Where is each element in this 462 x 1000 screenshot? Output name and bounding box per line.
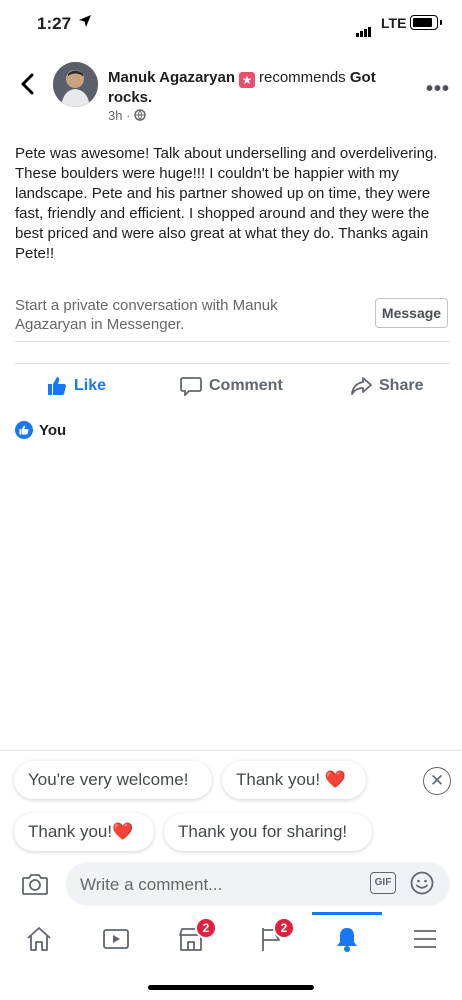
active-tab-indicator [312,912,382,915]
battery-tip [440,20,442,25]
quick-reply-chip[interactable]: Thank you for sharing! [164,813,372,851]
share-icon [351,377,372,395]
author-name[interactable]: Manuk Agazaryan [108,69,235,86]
close-icon[interactable]: ✕ [423,767,451,795]
tab-menu[interactable] [408,922,442,956]
reactions-summary[interactable]: You [15,421,66,439]
quick-reply-chip[interactable]: Thank you! ❤️ [222,761,366,799]
home-icon [27,927,51,951]
post-meta: 3h · [108,108,146,123]
home-indicator [148,985,314,990]
battery-icon [410,15,438,30]
like-label: Like [74,377,107,394]
avatar-photo [53,62,98,107]
divider [15,341,450,342]
bell-icon [337,928,357,952]
share-button[interactable]: Share [350,374,423,398]
gif-button[interactable]: GIF [370,872,396,894]
quick-reply-chip[interactable]: Thank you!❤️ [14,813,154,851]
watch-icon [103,929,129,949]
location-arrow-icon [79,15,91,27]
tab-notifications[interactable] [330,922,364,956]
quick-reply-chip[interactable]: You're very welcome! [14,761,212,799]
pages-badge: 2 [273,917,295,939]
message-button[interactable]: Message [375,298,448,328]
comment-label: Comment [209,377,283,394]
recommend-star-icon: ★ [238,72,255,88]
divider [15,363,450,364]
comment-button[interactable]: Comment [180,374,283,398]
globe-icon [134,109,146,121]
marketplace-badge: 2 [195,917,217,939]
like-button[interactable]: Like [47,374,106,398]
status-time: 1:27 [37,14,72,33]
network-label: LTE [381,15,407,31]
like-reaction-icon [15,421,33,439]
tab-home[interactable] [22,922,56,956]
messenger-prompt: Start a private conversation with Manuk … [15,297,278,333]
post-body: Pete was awesome! Talk about undersellin… [15,145,438,262]
signal-icon [356,19,372,37]
post-header-text: Manuk Agazaryan ★ recommends Got rocks. [108,68,408,108]
reaction-you-label: You [39,421,67,439]
camera-icon[interactable] [21,870,49,898]
avatar[interactable] [53,62,98,107]
post-time[interactable]: 3h [108,108,122,123]
emoji-icon[interactable] [410,871,434,895]
action-text: recommends [258,69,346,86]
back-arrow-icon[interactable] [18,72,38,96]
share-label: Share [379,377,424,394]
tab-watch[interactable] [99,922,133,956]
comment-icon [180,377,202,396]
comment-input[interactable] [78,873,362,897]
menu-icon [414,930,436,948]
more-options-icon[interactable]: ••• [426,78,450,101]
thumbs-up-icon [48,377,66,395]
